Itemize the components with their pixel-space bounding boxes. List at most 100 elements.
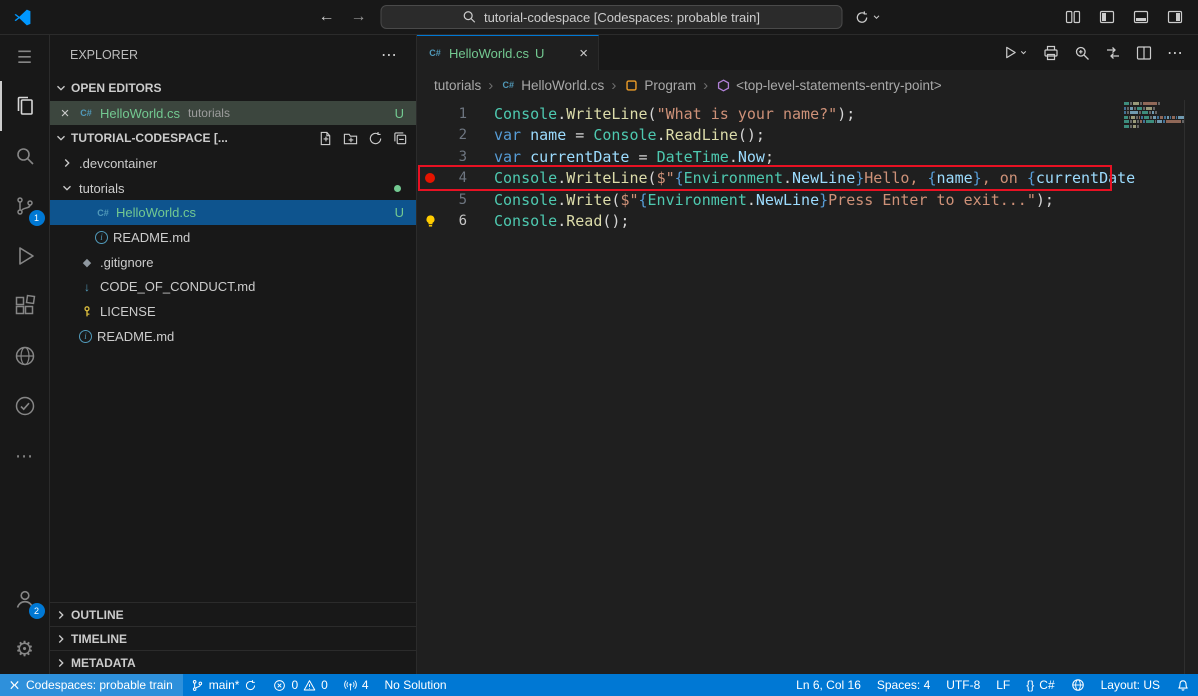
tab-git-badge: U — [534, 45, 545, 61]
toggle-columns-icon[interactable] — [1060, 5, 1086, 29]
breadcrumb-item[interactable]: C# HelloWorld.cs — [500, 77, 605, 93]
csharp-file-icon: C# — [80, 108, 92, 118]
explorer-more-actions-icon[interactable]: ⋯ — [381, 45, 398, 65]
csharp-file-icon: C# — [502, 80, 515, 90]
code-line-5[interactable]: 5 Console.Write($"{Environment.NewLine}Pr… — [417, 189, 1198, 211]
breadcrumb-item[interactable]: tutorials — [434, 78, 481, 93]
code-line-4[interactable]: 4 Console.WriteLine($"{Environment.NewLin… — [417, 168, 1198, 190]
code-editor[interactable]: 1 Console.WriteLine("What is your name?")… — [417, 100, 1198, 674]
git-status-badge: U — [394, 205, 404, 221]
encoding-indicator[interactable]: UTF-8 — [938, 674, 988, 696]
back-arrow-icon[interactable]: ← — [317, 8, 337, 26]
tree-item-code-of-conduct-md[interactable]: ↓ CODE_OF_CONDUCT.md — [50, 274, 416, 299]
tree-item-helloworld-cs[interactable]: C# HelloWorld.cs U — [50, 200, 416, 226]
cursor-position[interactable]: Ln 6, Col 16 — [788, 674, 869, 696]
tab-helloworld[interactable]: C# HelloWorld.cs U × — [417, 35, 599, 70]
minimap[interactable] — [1124, 102, 1185, 130]
tree-item--devcontainer[interactable]: .devcontainer — [50, 151, 416, 176]
refresh-icon[interactable] — [368, 131, 383, 146]
code-line-6[interactable]: 6 Console.Read(); — [417, 211, 1198, 233]
customize-layout-icon[interactable] — [1162, 5, 1188, 29]
editor-scrollbar[interactable] — [1184, 100, 1198, 674]
search-editor-icon[interactable] — [1074, 45, 1090, 61]
more-actions-icon[interactable]: ⋯ — [1167, 43, 1184, 63]
metadata-section-header[interactable]: METADATA — [50, 650, 416, 674]
csharp-file-icon: C# — [97, 207, 109, 218]
outline-section-header[interactable]: OUTLINE — [50, 602, 416, 626]
markdown-file-icon: ↓ — [84, 279, 90, 294]
print-icon[interactable] — [1043, 45, 1059, 61]
breadcrumb-label: Program — [644, 77, 697, 93]
extensions-activity-icon[interactable] — [0, 281, 50, 331]
search-icon — [464, 11, 476, 23]
timeline-section-header[interactable]: TIMELINE — [50, 626, 416, 650]
tab-close-icon[interactable]: × — [579, 45, 588, 62]
code-line-1[interactable]: 1 Console.WriteLine("What is your name?")… — [417, 103, 1198, 125]
more-activity-icon[interactable]: ⋯ — [0, 431, 50, 481]
source-control-activity-icon[interactable]: 1 — [0, 181, 50, 231]
collapse-all-icon[interactable] — [393, 131, 408, 146]
accounts-icon[interactable]: 2 — [0, 574, 50, 624]
search-activity-icon[interactable] — [0, 131, 50, 181]
tree-item--gitignore[interactable]: ◆ .gitignore — [50, 250, 416, 275]
language-mode[interactable]: {} C# — [1018, 674, 1062, 696]
run-debug-activity-icon[interactable] — [0, 231, 50, 281]
line-number: 6 — [458, 213, 467, 230]
new-folder-icon[interactable] — [343, 131, 358, 146]
eol-indicator[interactable]: LF — [988, 674, 1018, 696]
remote-indicator[interactable]: Codespaces: probable train — [0, 674, 183, 696]
solution-indicator[interactable]: No Solution — [377, 674, 455, 696]
chevron-right-icon — [58, 610, 64, 619]
live-share-indicator[interactable] — [1063, 674, 1093, 696]
explorer-sidebar: EXPLORER ⋯ OPEN EDITORS × C# HelloWorld.… — [50, 35, 417, 674]
run-button[interactable] — [1003, 45, 1028, 60]
toggle-panel-icon[interactable] — [1128, 5, 1154, 29]
sync-dropdown-icon[interactable] — [855, 10, 882, 25]
testing-activity-icon[interactable] — [0, 381, 50, 431]
editor-group: C# HelloWorld.cs U × ⋯ tutorials › C# He… — [417, 35, 1198, 674]
code-line-3[interactable]: 3 var currentDate = DateTime.Now; — [417, 146, 1198, 168]
open-changes-icon[interactable] — [1105, 45, 1121, 61]
ports-indicator[interactable]: 4 — [336, 674, 377, 696]
new-file-icon[interactable] — [318, 131, 333, 146]
forward-arrow-icon[interactable]: → — [349, 8, 369, 26]
code-line-2[interactable]: 2 var name = Console.ReadLine(); — [417, 125, 1198, 147]
license-file-icon — [79, 303, 95, 319]
code-text: var currentDate = DateTime.Now; — [494, 147, 774, 166]
tree-item-readme-md[interactable]: i README.md — [50, 225, 416, 250]
breadcrumb-separator: › — [611, 76, 617, 94]
workspace-header[interactable]: TUTORIAL-CODESPACE [... — [50, 125, 416, 151]
breadcrumb-item[interactable]: Program — [623, 77, 696, 93]
split-editor-icon[interactable] — [1136, 45, 1152, 61]
remote-explorer-activity-icon[interactable] — [0, 331, 50, 381]
breadcrumb-item[interactable]: <top-level-statements-entry-point> — [715, 77, 942, 93]
problems-indicator[interactable]: 0 0 — [265, 674, 335, 696]
code-text: Console.WriteLine("What is your name?"); — [494, 104, 856, 123]
open-editors-header[interactable]: OPEN EDITORS — [50, 75, 416, 101]
close-icon[interactable]: × — [58, 105, 72, 122]
open-editor-item[interactable]: × C# HelloWorld.cs tutorials U — [50, 101, 416, 125]
branch-indicator[interactable]: main* — [183, 674, 266, 696]
toggle-sidebar-icon[interactable] — [1094, 5, 1120, 29]
keyboard-layout[interactable]: Layout: US — [1093, 674, 1168, 696]
notifications-bell[interactable] — [1168, 674, 1198, 696]
command-center-text: tutorial-codespace [Codespaces: probable… — [483, 9, 761, 25]
menu-icon[interactable]: ☰ — [0, 35, 50, 81]
explorer-activity-icon[interactable] — [0, 81, 50, 131]
vscode-window: ← → tutorial-codespace [Codespaces: prob… — [0, 0, 1198, 696]
tree-item-readme-md[interactable]: i README.md — [50, 324, 416, 349]
bell-icon — [1178, 680, 1188, 691]
breadcrumbs[interactable]: tutorials › C# HelloWorld.cs › Program › <top-l… — [417, 70, 1198, 100]
command-center-search[interactable]: tutorial-codespace [Codespaces: probable… — [380, 5, 843, 29]
scm-badge: 1 — [28, 210, 45, 226]
tree-item-tutorials[interactable]: tutorials — [50, 176, 416, 201]
chevron-right-icon — [64, 159, 70, 168]
indentation-indicator[interactable]: Spaces: 4 — [869, 674, 938, 696]
breakpoint-icon — [417, 173, 443, 184]
settings-gear-icon[interactable]: ⚙ — [0, 624, 50, 674]
tree-item-label: HelloWorld.cs — [116, 205, 196, 221]
errors-icon — [274, 679, 286, 691]
breadcrumb-separator: › — [488, 76, 494, 94]
chevron-right-icon — [58, 634, 64, 643]
tree-item-license[interactable]: LICENSE — [50, 299, 416, 324]
